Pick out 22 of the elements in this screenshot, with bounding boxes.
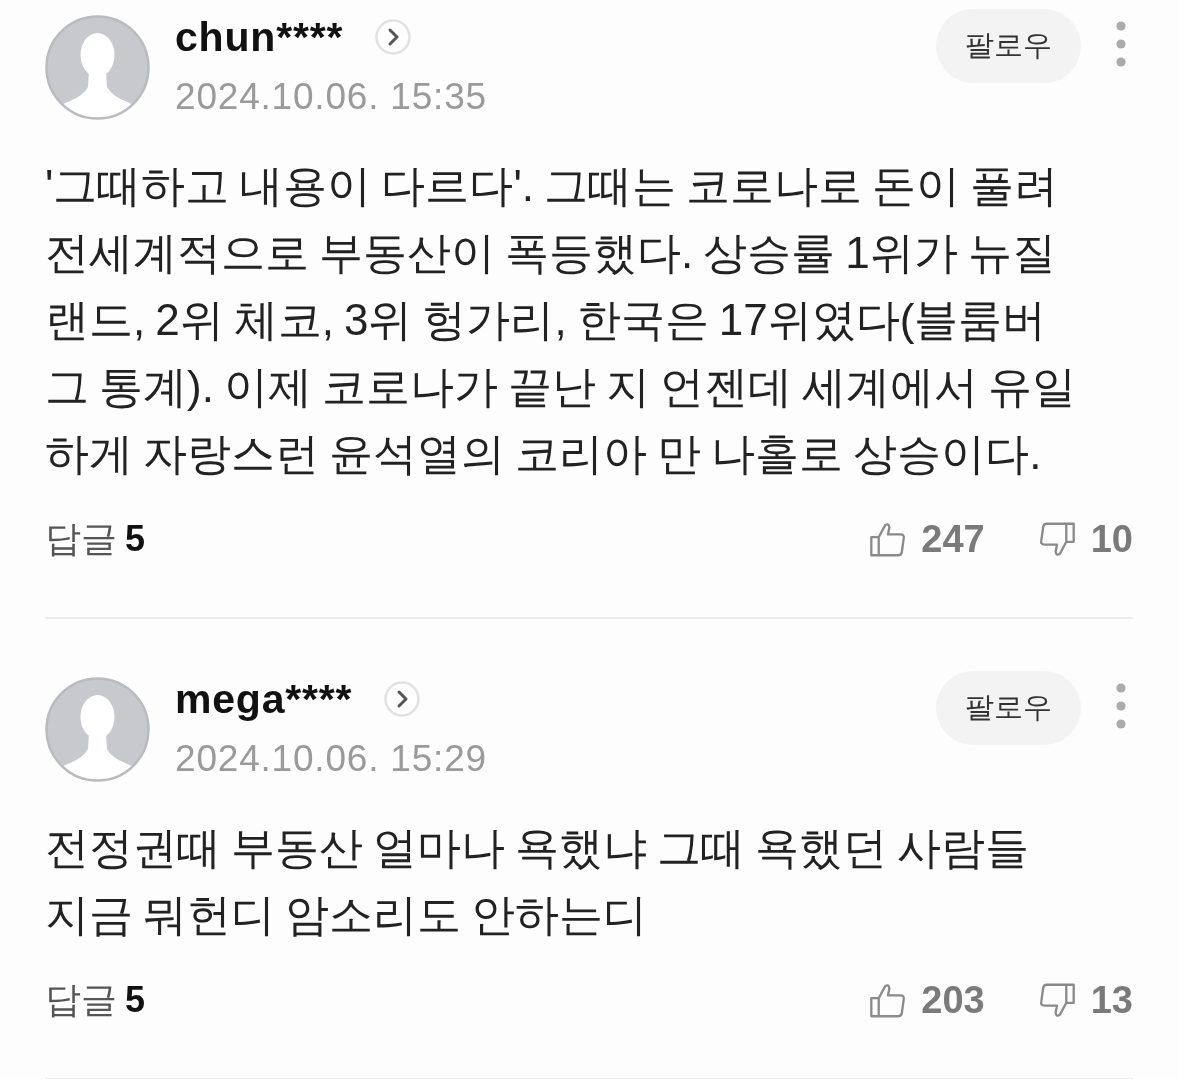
chevron-right-icon[interactable] (375, 19, 412, 55)
like-button[interactable]: 203 (869, 975, 985, 1025)
comment-date: 2024.10.06. 15:29 (175, 737, 487, 781)
dislike-button[interactable]: 13 (1038, 975, 1133, 1025)
thumbs-down-icon (1038, 520, 1076, 558)
follow-button[interactable]: 팔로우 (936, 671, 1081, 745)
thumbs-down-icon (1038, 981, 1076, 1019)
reply-button[interactable]: 답글 5 (45, 975, 146, 1025)
username[interactable]: mega**** (175, 677, 353, 721)
dislike-button[interactable]: 10 (1038, 514, 1133, 564)
username[interactable]: chun**** (175, 15, 344, 59)
follow-button[interactable]: 팔로우 (936, 9, 1081, 83)
like-button[interactable]: 247 (869, 514, 985, 564)
thumbs-up-icon (869, 520, 907, 558)
comment-date: 2024.10.06. 15:35 (175, 75, 487, 119)
comment-text: 전정권때 부동산 얼마나 욕했냐 그때 욕했던 사람들 지금 뭐헌디 암소리도 안하는디 (45, 822, 1031, 941)
comment-text: '그때하고 내용이 다르다'. 그때는 코로나로 돈이 풀려 전세계적으로 부동산이 폭등했다. 상승률 1위가 뉴질랜드, 2위 체코, 3위 헝가리, 한국은 17위였다(블룸버그 통계). 이제 코로나가 끝난 지 언젠데 세계에서 유일하게 자랑스런 윤석열의 코리아 만 나홀로 상승이다. (45, 160, 1077, 480)
chevron-right-icon[interactable] (384, 681, 421, 717)
avatar-silhouette-icon[interactable] (45, 15, 150, 120)
thumbs-up-icon (869, 981, 907, 1019)
avatar-silhouette-icon[interactable] (45, 677, 150, 782)
reply-button[interactable]: 답글 5 (45, 514, 146, 564)
